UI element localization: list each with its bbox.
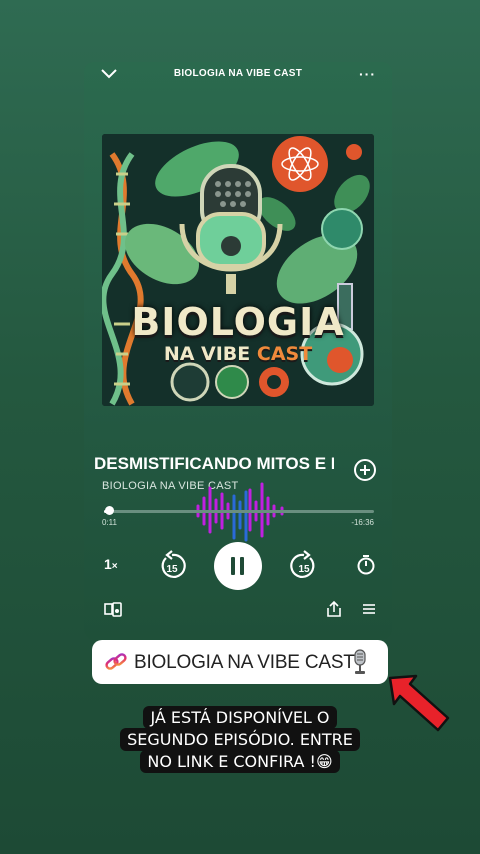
player-header: BIOLOGIA NA VIBE CAST ··· <box>84 62 392 86</box>
progress-track[interactable] <box>104 510 374 513</box>
caption-line-1: JÁ ESTÁ DISPONÍVEL O <box>0 706 480 729</box>
link-sticker[interactable]: BIOLOGIA NA VIBE CAST <box>92 640 388 684</box>
episode-title: DESMISTIFICANDO MITOS E ERROS <box>94 454 334 473</box>
queue-icon <box>363 604 375 614</box>
link-sticker-label: BIOLOGIA NA VIBE CAST <box>134 652 355 673</box>
progress-scrubber[interactable] <box>105 506 115 515</box>
header-title: BIOLOGIA NA VIBE CAST <box>173 68 303 79</box>
svg-text:15: 15 <box>298 564 310 575</box>
pause-button[interactable] <box>214 542 262 590</box>
share-button[interactable] <box>326 600 342 618</box>
elapsed-time: 0:11 <box>102 518 117 527</box>
podcast-player-card: BIOLOGIA NA VIBE CAST ··· BIOLOGIA NA VI… <box>84 62 392 640</box>
cover-illustration <box>102 134 374 406</box>
svg-text:15: 15 <box>166 564 178 575</box>
skip-back-15-icon: 15 <box>161 550 186 578</box>
caption-line-2: SEGUNDO EPISÓDIO. ENTRE <box>0 728 480 751</box>
more-options-icon[interactable]: ··· <box>359 66 376 82</box>
remaining-time: -16:36 <box>351 518 374 527</box>
link-icon <box>105 653 127 670</box>
share-icon <box>327 600 341 617</box>
timer-icon <box>357 555 375 575</box>
cover-subtitle: NA VIBE CAST <box>163 343 313 365</box>
connect-device-button[interactable] <box>104 602 122 618</box>
add-to-library-button[interactable] <box>354 459 376 481</box>
cover-title: BIOLOGIA <box>131 300 345 344</box>
skip-back-button[interactable]: 15 <box>158 550 186 580</box>
podcast-cover-art: BIOLOGIA NA VIBE CAST <box>102 134 374 406</box>
caption-line-3: NO LINK E CONFIRA !😁 <box>0 750 480 773</box>
skip-forward-15-icon: 15 <box>290 550 315 578</box>
queue-button[interactable] <box>362 602 376 616</box>
sleep-timer-button[interactable] <box>356 554 376 576</box>
playback-speed-button[interactable]: 1× <box>104 556 118 572</box>
studio-microphone-icon <box>354 649 366 674</box>
skip-forward-button[interactable]: 15 <box>290 550 318 580</box>
devices-icon <box>104 602 122 617</box>
